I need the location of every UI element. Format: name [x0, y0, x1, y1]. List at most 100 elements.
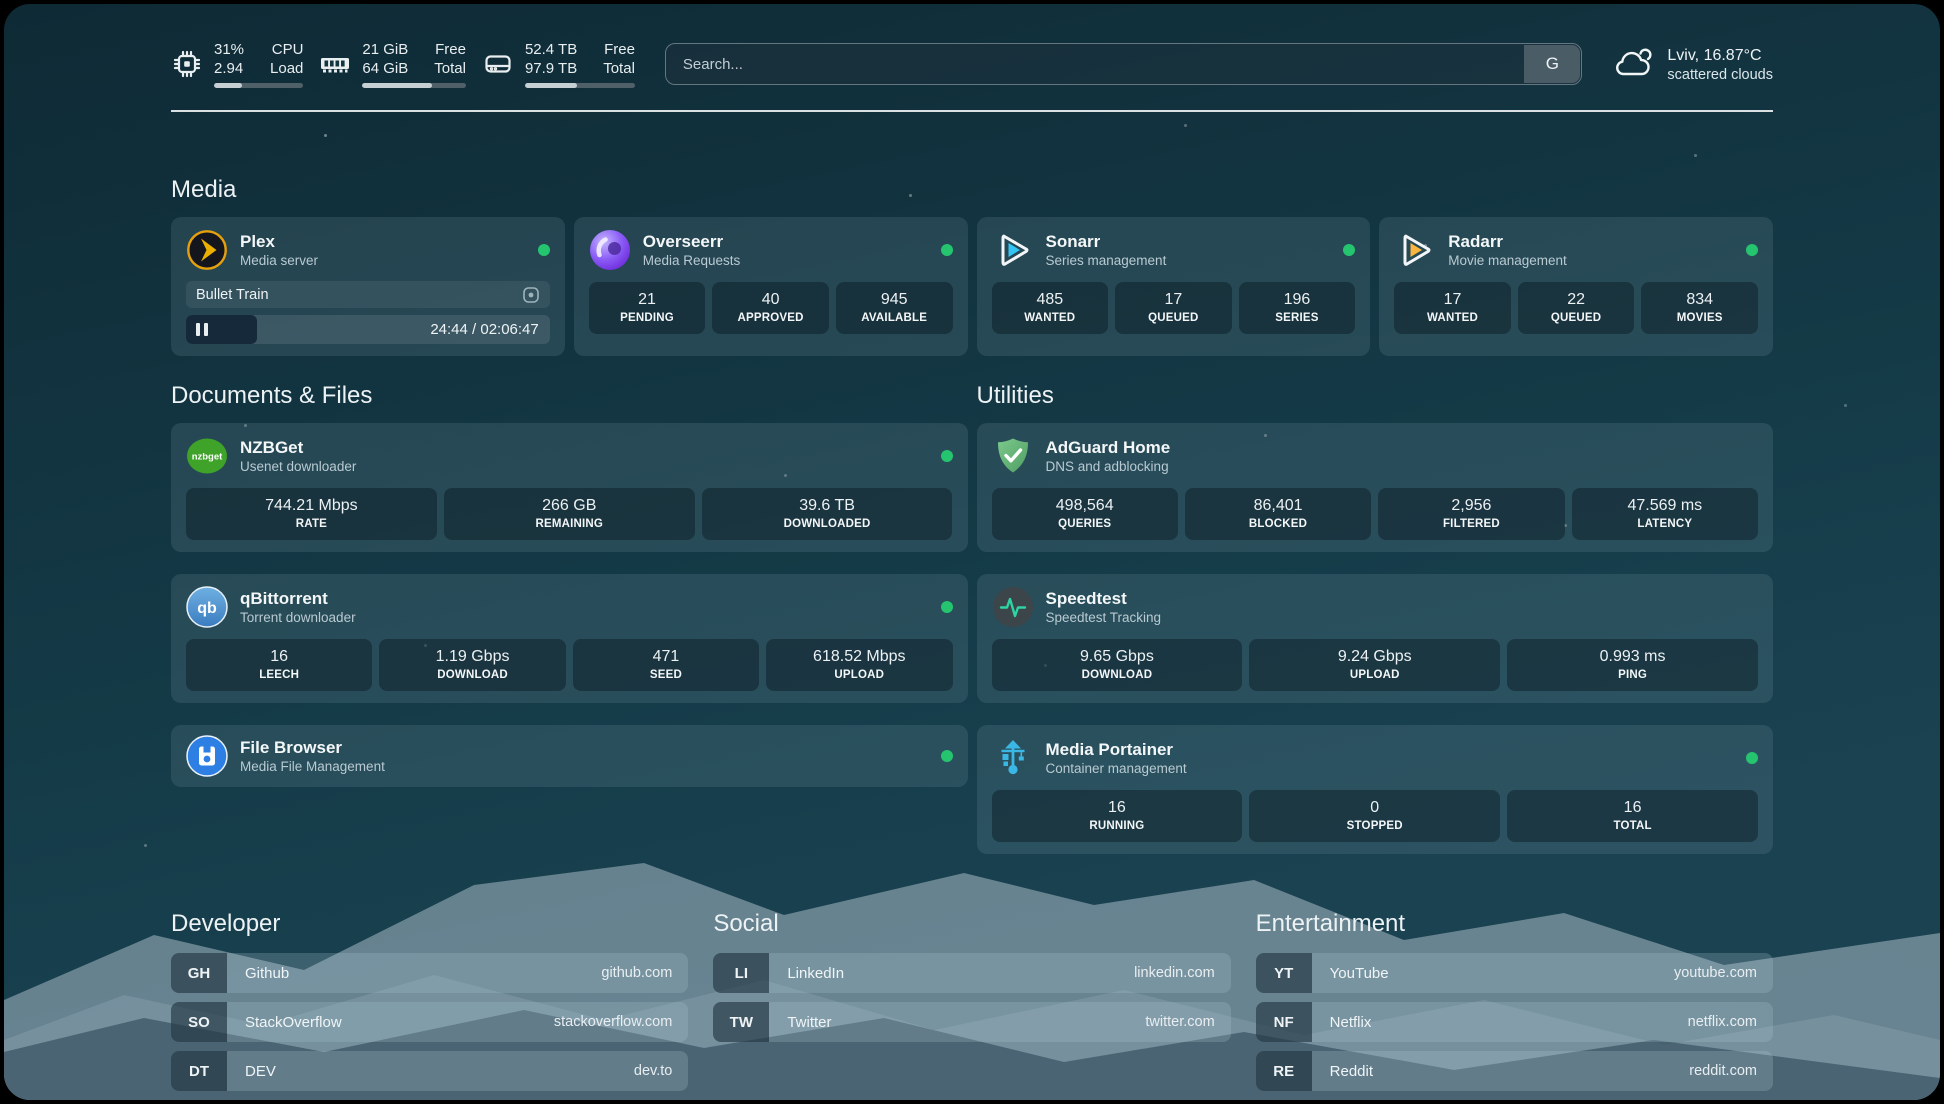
top-bar: 31% 2.94 CPU Load — [171, 40, 1773, 88]
stat-leech: 16 LEECH — [186, 639, 372, 691]
playback-time: 24:44 / 02:06:47 — [430, 321, 549, 338]
search-input[interactable] — [665, 43, 1583, 85]
bookmark-abbr: LI — [713, 953, 769, 993]
documents-files-column: Documents & Files nzbget NZBGet Usenet d… — [171, 382, 968, 854]
stat-total: 16 TOTAL — [1507, 790, 1758, 842]
service-card-portainer[interactable]: Media Portainer Container management 16 … — [977, 725, 1774, 854]
service-description: Usenet downloader — [240, 458, 356, 475]
disk-icon — [482, 48, 514, 80]
service-card-speedtest[interactable]: Speedtest Speedtest Tracking 9.65 Gbps D… — [977, 574, 1774, 703]
cpu-widget: 31% 2.94 CPU Load — [171, 40, 303, 88]
bookmark-linkedin[interactable]: LI LinkedIn linkedin.com — [713, 953, 1230, 993]
plex-icon — [186, 229, 228, 271]
bookmark-abbr: RE — [1256, 1051, 1312, 1091]
bookmark-abbr: TW — [713, 1002, 769, 1042]
qbittorrent-icon: qb — [186, 586, 228, 628]
bookmark-netflix[interactable]: NF Netflix netflix.com — [1256, 1002, 1773, 1042]
bookmark-abbr: GH — [171, 953, 227, 993]
disk-progress-bar — [525, 83, 635, 88]
memory-free-label: Free — [434, 40, 466, 59]
stat-rate: 744.21 Mbps RATE — [186, 488, 437, 540]
service-card-radarr[interactable]: Radarr Movie management 17 WANTED 22 QUE… — [1379, 217, 1773, 356]
service-description: Movie management — [1448, 252, 1567, 269]
disk-progress-fill — [525, 83, 577, 88]
disk-free-label: Free — [603, 40, 635, 59]
bookmark-name: YouTube — [1312, 953, 1389, 993]
service-description: Series management — [1046, 252, 1167, 269]
search-provider-button[interactable]: G — [1524, 45, 1580, 83]
bookmark-abbr: DT — [171, 1051, 227, 1091]
service-card-nzbget[interactable]: nzbget NZBGet Usenet downloader 744.21 M… — [171, 423, 968, 552]
resource-widgets: 31% 2.94 CPU Load — [171, 40, 635, 88]
dashboard-window: 31% 2.94 CPU Load — [4, 4, 1940, 1100]
service-card-overseerr[interactable]: Overseerr Media Requests 21 PENDING 40 A… — [574, 217, 968, 356]
stat-latency: 47.569 ms LATENCY — [1572, 488, 1758, 540]
status-dot — [941, 450, 953, 462]
bookmark-reddit[interactable]: RE Reddit reddit.com — [1256, 1051, 1773, 1091]
stat-queued: 17 QUEUED — [1115, 282, 1232, 334]
service-card-plex[interactable]: Plex Media server Bullet Train 24:44 / 0 — [171, 217, 565, 356]
bookmark-domain: stackoverflow.com — [554, 1002, 688, 1042]
bookmark-name: StackOverflow — [227, 1002, 342, 1042]
adguard-icon — [992, 435, 1034, 477]
stat-stopped: 0 STOPPED — [1249, 790, 1500, 842]
pause-icon[interactable] — [196, 323, 208, 336]
stat-downloaded: 39.6 TB DOWNLOADED — [702, 488, 953, 540]
svg-text:qb: qb — [197, 600, 217, 617]
service-description: Container management — [1046, 760, 1187, 777]
stat-wanted: 17 WANTED — [1394, 282, 1511, 334]
now-playing-row: Bullet Train — [186, 281, 550, 308]
bookmark-domain: reddit.com — [1689, 1051, 1773, 1091]
stat-approved: 40 APPROVED — [712, 282, 829, 334]
nzbget-icon: nzbget — [186, 435, 228, 477]
bookmark-domain: youtube.com — [1674, 953, 1773, 993]
service-description: Speedtest Tracking — [1046, 609, 1162, 626]
service-card-qbittorrent[interactable]: qb qBittorrent Torrent downloader 16 LEE… — [171, 574, 968, 703]
stat-upload: 9.24 Gbps UPLOAD — [1249, 639, 1500, 691]
memory-progress-bar — [362, 83, 466, 88]
disk-total-value: 97.9 TB — [525, 59, 577, 78]
bookmark-name: Netflix — [1312, 1002, 1372, 1042]
stat-movies: 834 MOVIES — [1641, 282, 1758, 334]
service-name: NZBGet — [240, 437, 356, 458]
sonarr-icon — [992, 229, 1034, 271]
service-description: Media server — [240, 252, 318, 269]
service-card-sonarr[interactable]: Sonarr Series management 485 WANTED 17 Q… — [977, 217, 1371, 356]
memory-total-value: 64 GiB — [362, 59, 408, 78]
cpu-usage-value: 31% — [214, 40, 244, 59]
bookmark-domain: dev.to — [634, 1051, 688, 1091]
playback-progress-bar: 24:44 / 02:06:47 — [186, 315, 550, 344]
service-name: File Browser — [240, 737, 385, 758]
bookmark-name: LinkedIn — [769, 953, 844, 993]
service-description: DNS and adblocking — [1046, 458, 1171, 475]
stat-series: 196 SERIES — [1239, 282, 1356, 334]
bookmark-domain: netflix.com — [1688, 1002, 1773, 1042]
status-dot — [1746, 244, 1758, 256]
service-card-filebrowser[interactable]: File Browser Media File Management — [171, 725, 968, 787]
bookmark-twitter[interactable]: TW Twitter twitter.com — [713, 1002, 1230, 1042]
portainer-icon — [992, 737, 1034, 779]
bookmark-name: Reddit — [1312, 1051, 1373, 1091]
service-name: qBittorrent — [240, 588, 356, 609]
radarr-icon — [1394, 229, 1436, 271]
service-name: Overseerr — [643, 231, 741, 252]
bookmark-youtube[interactable]: YT YouTube youtube.com — [1256, 953, 1773, 993]
disk-total-label: Total — [603, 59, 635, 78]
bookmark-stackoverflow[interactable]: SO StackOverflow stackoverflow.com — [171, 1002, 688, 1042]
service-description: Media Requests — [643, 252, 741, 269]
memory-free-value: 21 GiB — [362, 40, 408, 59]
bookmark-github[interactable]: GH Github github.com — [171, 953, 688, 993]
search-bar: G — [665, 43, 1583, 85]
stat-remaining: 266 GB REMAINING — [444, 488, 695, 540]
filebrowser-icon — [186, 735, 228, 777]
status-dot — [941, 750, 953, 762]
bookmark-name: Github — [227, 953, 289, 993]
stream-settings-icon[interactable] — [522, 286, 540, 304]
group-title-utilities: Utilities — [977, 382, 1774, 410]
bookmark-dev[interactable]: DT DEV dev.to — [171, 1051, 688, 1091]
service-card-adguard[interactable]: AdGuard Home DNS and adblocking 498,564 … — [977, 423, 1774, 552]
service-name: Speedtest — [1046, 588, 1162, 609]
service-name: Plex — [240, 231, 318, 252]
status-dot — [941, 244, 953, 256]
stat-filtered: 2,956 FILTERED — [1378, 488, 1564, 540]
